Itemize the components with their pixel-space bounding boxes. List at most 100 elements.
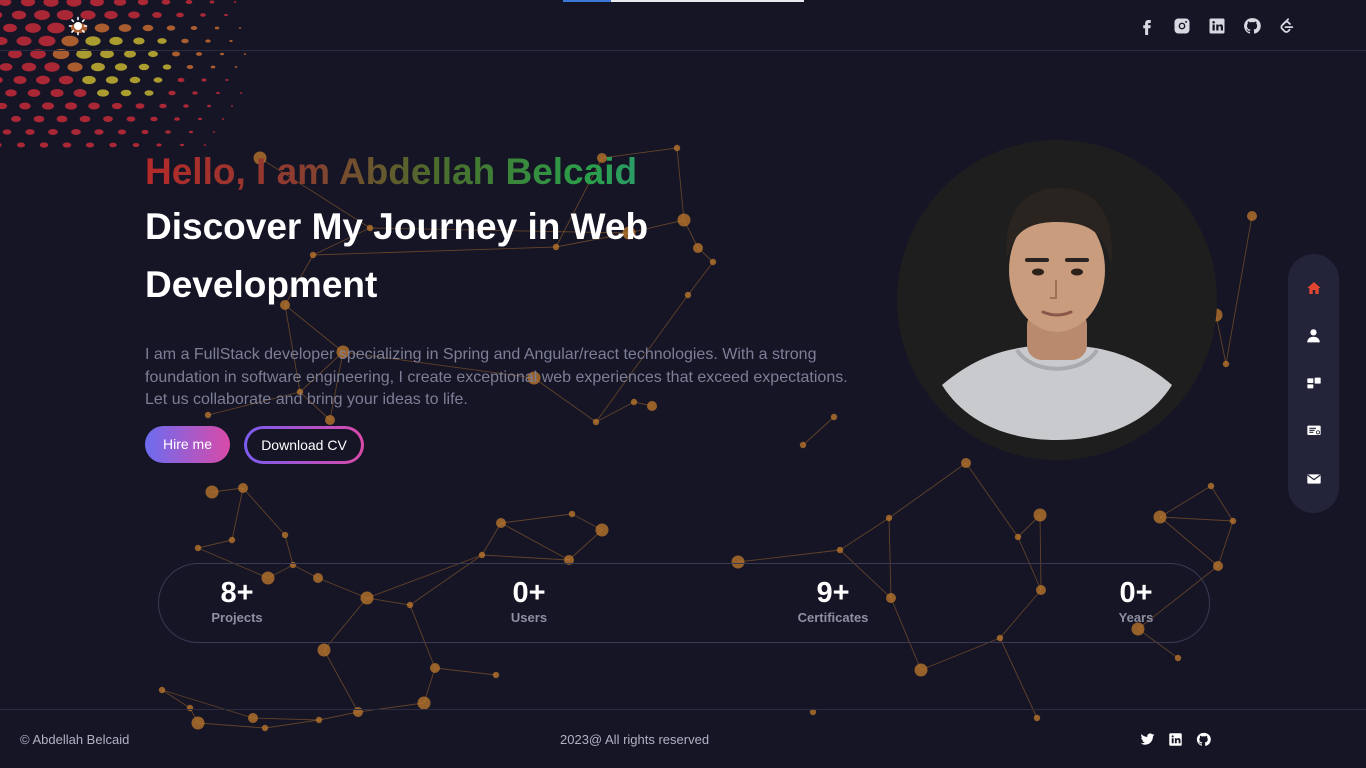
stat-label: Projects xyxy=(211,610,263,625)
halftone-dot xyxy=(176,12,184,18)
github-link[interactable] xyxy=(1242,16,1262,36)
halftone-dot xyxy=(0,102,8,110)
halftone-dot xyxy=(50,88,64,98)
network-node xyxy=(1207,482,1215,490)
halftone-dot xyxy=(104,10,118,20)
network-node xyxy=(1033,508,1047,522)
halftone-dot xyxy=(48,128,58,136)
halftone-dot xyxy=(150,116,158,122)
profile-portrait xyxy=(942,188,1172,440)
linkedin-footer-link[interactable] xyxy=(1168,732,1183,747)
hero-headline: Discover My Journey in Web Development xyxy=(145,206,649,305)
nav-contact[interactable] xyxy=(1302,467,1326,491)
halftone-dot xyxy=(16,142,26,148)
sun-icon xyxy=(68,16,88,36)
halftone-dot xyxy=(238,27,242,29)
network-link xyxy=(252,717,320,721)
halftone-dot xyxy=(71,129,81,135)
network-node xyxy=(885,514,893,522)
facebook-icon xyxy=(1143,20,1151,35)
halftone-dot xyxy=(38,35,56,47)
footer-rights: 2023@ All rights reserved xyxy=(560,732,710,747)
halftone-dot xyxy=(200,13,206,17)
halftone-dot xyxy=(109,142,117,148)
nav-home[interactable] xyxy=(1302,276,1326,300)
halftone-dot xyxy=(141,129,149,135)
halftone-dot xyxy=(117,129,127,135)
network-link xyxy=(161,689,191,709)
halftone-dot xyxy=(229,39,233,43)
hero-actions: Hire me Download CV xyxy=(145,425,885,464)
instagram-link[interactable] xyxy=(1172,16,1192,36)
halftone-dot xyxy=(21,62,37,72)
network-link xyxy=(481,522,502,556)
halftone-dot xyxy=(209,0,215,4)
halftone-dot xyxy=(183,104,189,108)
halftone-dot xyxy=(27,89,41,97)
nav-certificates[interactable] xyxy=(1302,419,1326,443)
halftone-dot xyxy=(35,75,51,85)
nav-projects[interactable] xyxy=(1302,371,1326,395)
profile-photo xyxy=(897,140,1217,460)
halftone-dot xyxy=(203,144,207,146)
leetcode-link[interactable] xyxy=(1277,16,1297,36)
hero-intro-text: I am a FullStack developer specializing … xyxy=(145,346,848,408)
network-node xyxy=(186,704,194,712)
halftone-dot xyxy=(174,117,180,121)
halftone-dot xyxy=(109,36,123,46)
network-link xyxy=(965,462,1019,538)
footer-divider xyxy=(0,709,1366,710)
halftone-dot xyxy=(216,91,220,95)
section-nav xyxy=(1288,254,1339,513)
halftone-dot xyxy=(205,39,211,43)
network-node xyxy=(1014,533,1022,541)
halftone-dot xyxy=(212,131,216,133)
halftone-dot xyxy=(157,38,167,44)
network-link xyxy=(1159,516,1234,522)
halftone-dot xyxy=(94,129,104,135)
halftone-dot xyxy=(165,130,171,134)
footer-social-links xyxy=(1140,732,1211,747)
halftone-dot xyxy=(126,116,136,122)
network-node xyxy=(248,713,258,723)
stat-label: Certificates xyxy=(797,610,869,625)
halftone-dot xyxy=(58,75,74,85)
hire-me-button[interactable]: Hire me xyxy=(145,425,230,463)
nav-about[interactable] xyxy=(1302,324,1326,348)
halftone-dot xyxy=(20,0,36,7)
network-node xyxy=(1247,211,1257,221)
halftone-dot xyxy=(79,115,91,123)
twitter-link[interactable] xyxy=(1140,732,1155,747)
linkedin-link[interactable] xyxy=(1207,16,1227,36)
halftone-dot xyxy=(16,36,32,46)
download-cv-button[interactable]: Download CV xyxy=(247,428,361,461)
network-node xyxy=(1033,714,1041,722)
halftone-dot xyxy=(138,63,150,71)
halftone-dot xyxy=(201,78,207,82)
hero-section: Hello, I am Abdellah Belcaid Discover My… xyxy=(145,150,885,464)
halftone-dot xyxy=(82,75,96,85)
projects-icon xyxy=(1306,378,1321,389)
halftone-dot xyxy=(181,38,189,44)
network-node xyxy=(595,523,609,537)
halftone-dot xyxy=(210,65,216,69)
halftone-dot xyxy=(207,104,211,108)
halftone-dot xyxy=(120,89,132,97)
halftone-dot xyxy=(105,76,119,84)
halftone-dot xyxy=(47,22,65,34)
github-footer-link[interactable] xyxy=(1196,732,1211,747)
halftone-dot xyxy=(103,115,113,123)
halftone-dot xyxy=(0,36,8,46)
halftone-dot xyxy=(137,0,149,6)
facebook-link[interactable] xyxy=(1137,16,1157,36)
halftone-dot xyxy=(118,24,132,32)
halftone-dot xyxy=(100,49,114,59)
halftone-dot xyxy=(88,102,100,110)
theme-toggle-button[interactable] xyxy=(68,16,88,36)
network-link xyxy=(500,522,570,561)
network-node xyxy=(478,551,486,559)
network-link xyxy=(161,689,254,719)
linkedin-icon xyxy=(1169,733,1182,746)
network-link xyxy=(999,637,1038,719)
halftone-dot xyxy=(185,0,193,5)
